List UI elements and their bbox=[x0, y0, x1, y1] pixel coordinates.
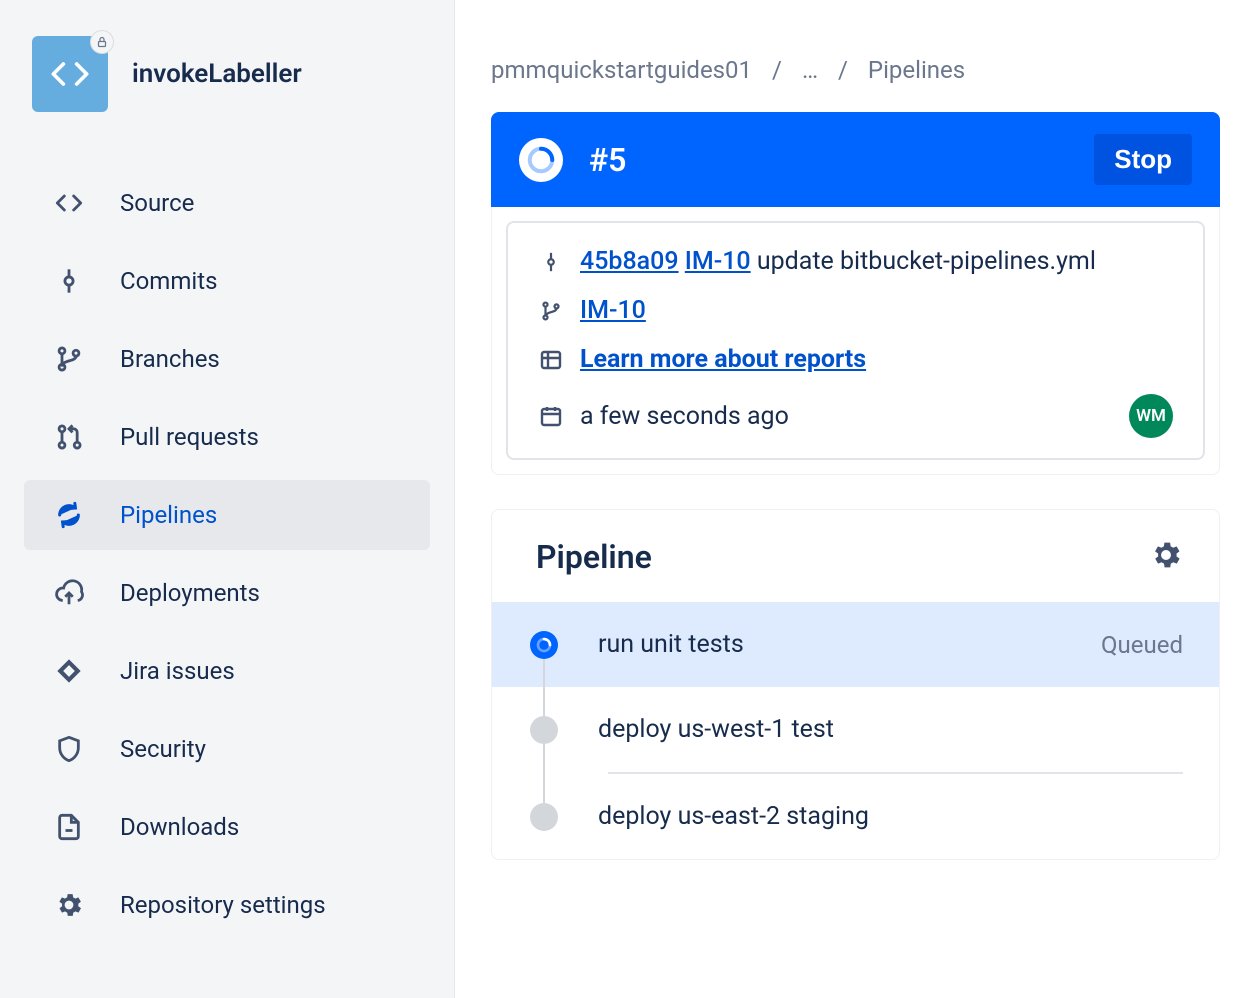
sidebar-item-pipelines[interactable]: Pipelines bbox=[24, 480, 430, 550]
pipelines-icon bbox=[54, 501, 84, 529]
breadcrumb-ellipsis[interactable]: … bbox=[802, 56, 818, 84]
commit-icon bbox=[54, 267, 84, 295]
commit-icon bbox=[538, 251, 564, 273]
sidebar-item-label: Source bbox=[120, 189, 194, 217]
sidebar-item-security[interactable]: Security bbox=[24, 714, 430, 784]
time-row: a few seconds ago WM bbox=[538, 394, 1173, 438]
breadcrumb-page[interactable]: Pipelines bbox=[868, 56, 965, 84]
pipeline-settings-button[interactable] bbox=[1149, 538, 1183, 576]
sidebar-item-label: Branches bbox=[120, 345, 220, 373]
shield-icon bbox=[54, 735, 84, 763]
reports-row: Learn more about reports bbox=[538, 345, 1173, 374]
step-label: deploy us-east-2 staging bbox=[598, 802, 1183, 831]
sidebar-item-commits[interactable]: Commits bbox=[24, 246, 430, 316]
branch-icon bbox=[538, 300, 564, 322]
reports-icon bbox=[538, 348, 564, 372]
sidebar-item-label: Pull requests bbox=[120, 423, 259, 451]
repo-avatar bbox=[32, 36, 108, 112]
sidebar-item-label: Downloads bbox=[120, 813, 239, 841]
run-time: a few seconds ago bbox=[580, 402, 789, 431]
sidebar-nav: Source Commits Branches Pull requests Pi… bbox=[24, 168, 430, 940]
sidebar-item-label: Commits bbox=[120, 267, 217, 295]
run-header: #5 Stop bbox=[491, 112, 1220, 207]
commit-message: update bitbucket-pipelines.yml bbox=[757, 247, 1096, 276]
sidebar-item-label: Pipelines bbox=[120, 501, 217, 529]
gear-icon bbox=[1149, 538, 1183, 572]
run-summary-wrapper: 45b8a09 IM-10 update bitbucket-pipelines… bbox=[491, 207, 1220, 475]
breadcrumb-workspace[interactable]: pmmquickstartguides01 bbox=[491, 56, 752, 84]
code-icon bbox=[54, 189, 84, 217]
sidebar-item-label: Deployments bbox=[120, 579, 260, 607]
step-label: run unit tests bbox=[598, 630, 1061, 659]
pipeline-step[interactable]: run unit tests Queued bbox=[492, 602, 1219, 687]
sidebar-item-repository-settings[interactable]: Repository settings bbox=[24, 870, 430, 940]
sidebar-item-jira-issues[interactable]: Jira issues bbox=[24, 636, 430, 706]
lock-icon bbox=[90, 30, 114, 54]
pipeline-step-list: run unit tests Queued deploy us-west-1 t… bbox=[492, 602, 1219, 859]
sidebar-item-label: Jira issues bbox=[120, 657, 235, 685]
reports-link[interactable]: Learn more about reports bbox=[580, 345, 866, 374]
gear-icon bbox=[54, 890, 84, 920]
branch-link[interactable]: IM-10 bbox=[580, 296, 646, 325]
pipeline-step[interactable]: deploy us-east-2 staging bbox=[492, 774, 1219, 859]
pipeline-panel: Pipeline run unit tests Queued deploy us… bbox=[491, 509, 1220, 860]
run-summary-card: 45b8a09 IM-10 update bitbucket-pipelines… bbox=[506, 221, 1205, 460]
sidebar-item-label: Security bbox=[120, 735, 206, 763]
commit-row: 45b8a09 IM-10 update bitbucket-pipelines… bbox=[538, 247, 1173, 276]
step-status-pending-icon bbox=[530, 716, 558, 744]
breadcrumb-separator: / bbox=[772, 56, 782, 84]
cloud-upload-icon bbox=[54, 578, 84, 608]
main-content: pmmquickstartguides01 / … / Pipelines #5… bbox=[455, 0, 1256, 998]
sidebar-item-deployments[interactable]: Deployments bbox=[24, 558, 430, 628]
sidebar-item-label: Repository settings bbox=[120, 891, 326, 919]
pipeline-step[interactable]: deploy us-west-1 test bbox=[492, 687, 1219, 772]
run-number: #5 bbox=[589, 141, 1068, 179]
sidebar-item-pull-requests[interactable]: Pull requests bbox=[24, 402, 430, 472]
user-avatar[interactable]: WM bbox=[1129, 394, 1173, 438]
stop-button[interactable]: Stop bbox=[1094, 134, 1192, 185]
issue-key-link[interactable]: IM-10 bbox=[685, 247, 751, 276]
pipeline-panel-header: Pipeline bbox=[492, 510, 1219, 602]
commit-hash-link[interactable]: 45b8a09 bbox=[580, 247, 679, 276]
step-status-running-icon bbox=[530, 631, 558, 659]
pipeline-title: Pipeline bbox=[536, 538, 652, 576]
sidebar-item-source[interactable]: Source bbox=[24, 168, 430, 238]
breadcrumb-separator: / bbox=[838, 56, 848, 84]
breadcrumb: pmmquickstartguides01 / … / Pipelines bbox=[491, 56, 1220, 84]
step-status-pending-icon bbox=[530, 803, 558, 831]
repo-name: invokeLabeller bbox=[132, 59, 302, 89]
running-status-icon bbox=[519, 138, 563, 182]
file-icon bbox=[54, 813, 84, 841]
pull-request-icon bbox=[54, 423, 84, 451]
repo-header: invokeLabeller bbox=[24, 36, 430, 112]
sidebar-item-branches[interactable]: Branches bbox=[24, 324, 430, 394]
branch-row: IM-10 bbox=[538, 296, 1173, 325]
step-status-text: Queued bbox=[1101, 631, 1183, 659]
sidebar-item-downloads[interactable]: Downloads bbox=[24, 792, 430, 862]
sidebar: invokeLabeller Source Commits Branches P… bbox=[0, 0, 455, 998]
calendar-icon bbox=[538, 404, 564, 428]
branch-icon bbox=[54, 345, 84, 373]
jira-icon bbox=[54, 657, 84, 685]
step-label: deploy us-west-1 test bbox=[598, 715, 1183, 744]
